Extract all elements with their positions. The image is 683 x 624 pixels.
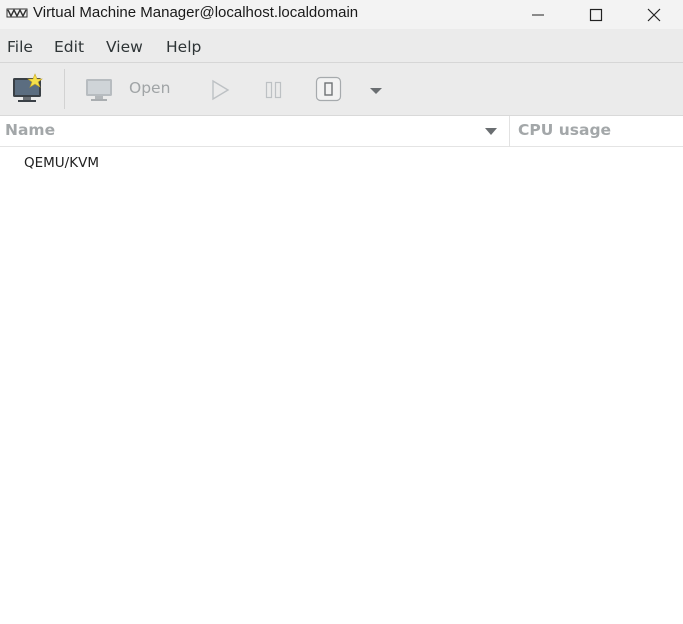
minimize-icon [532, 14, 544, 15]
connection-row[interactable]: QEMU/KVM [0, 148, 683, 178]
menu-edit[interactable]: Edit [54, 38, 84, 56]
pause-icon [265, 81, 282, 99]
toolbar-separator [64, 69, 65, 109]
maximize-button[interactable] [567, 0, 625, 29]
power-icon [315, 76, 342, 102]
virt-manager-app-icon [6, 8, 28, 18]
menu-help[interactable]: Help [166, 38, 201, 56]
title-bar[interactable]: Virtual Machine Manager@localhost.locald… [0, 0, 683, 29]
menu-bar: File Edit View Help [0, 29, 683, 63]
run-button[interactable] [208, 79, 232, 101]
close-button[interactable] [625, 0, 683, 29]
open-vm-button[interactable] [84, 76, 114, 104]
column-header-cpu-usage[interactable]: CPU usage [518, 121, 611, 139]
connection-name: QEMU/KVM [24, 155, 99, 171]
window-title: Virtual Machine Manager@localhost.locald… [33, 4, 359, 21]
pause-button[interactable] [263, 80, 285, 100]
shutdown-menu-button[interactable] [366, 83, 386, 97]
sort-arrow-icon[interactable] [485, 127, 497, 137]
menu-file[interactable]: File [7, 38, 33, 56]
shutdown-button[interactable] [315, 76, 342, 102]
toolbar: Open [0, 63, 683, 116]
chevron-down-icon [370, 88, 382, 94]
minimize-button[interactable] [509, 0, 567, 29]
column-header-name[interactable]: Name [5, 121, 55, 139]
monitor-icon [86, 79, 112, 101]
play-icon [212, 79, 230, 101]
column-divider[interactable] [509, 116, 510, 147]
open-label[interactable]: Open [129, 79, 170, 97]
close-icon [647, 8, 661, 21]
new-vm-button[interactable] [10, 73, 46, 105]
vm-list-header: Name CPU usage [0, 116, 683, 147]
menu-view[interactable]: View [106, 38, 143, 56]
maximize-icon [589, 8, 603, 21]
new-vm-icon [13, 73, 43, 102]
